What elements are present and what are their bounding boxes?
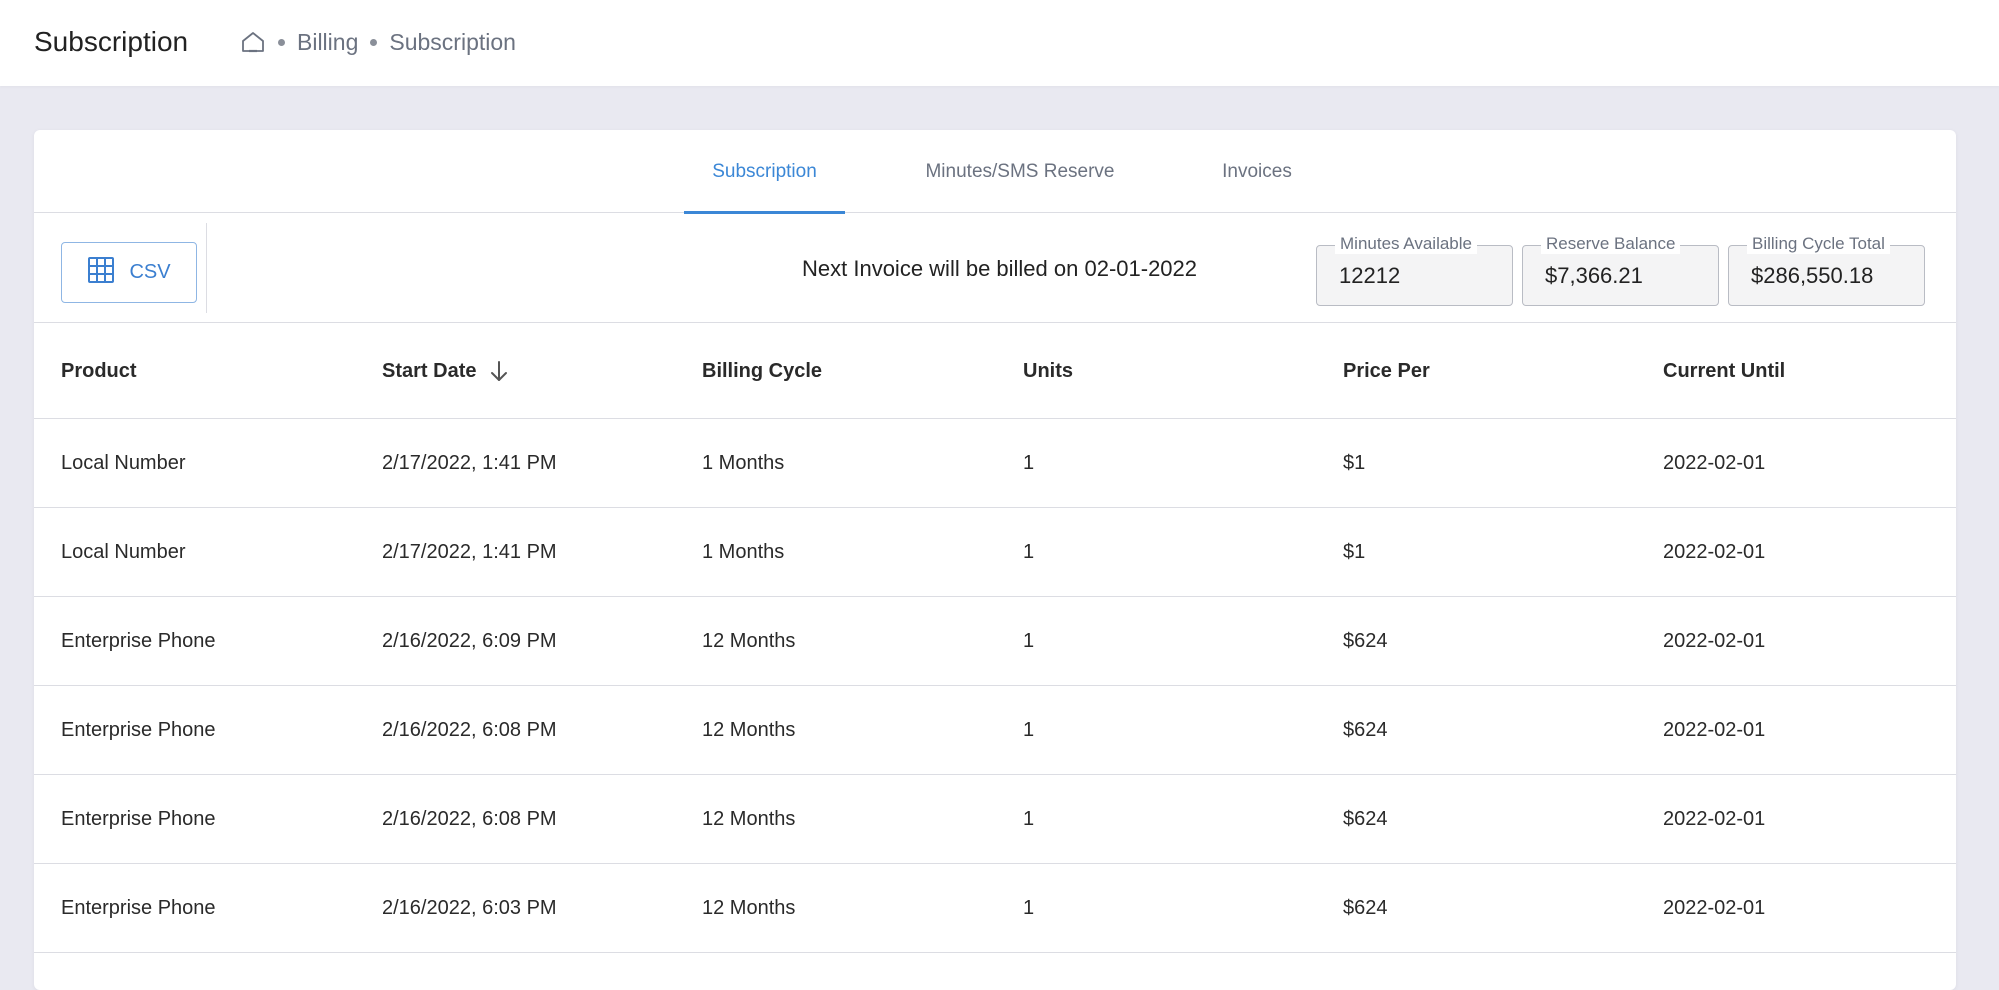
column-header-start-date[interactable]: Start Date: [382, 323, 512, 419]
column-header-label: Start Date: [382, 359, 477, 382]
tab-bar: Subscription Minutes/SMS Reserve Invoice…: [34, 130, 1956, 214]
breadcrumb-subscription: Subscription: [389, 28, 516, 55]
grid-icon: [87, 256, 115, 290]
cell-current-until: 2022-02-01: [1663, 541, 1766, 563]
table-row[interactable]: Local Number 2/17/2022, 1:41 PM 1 Months…: [34, 419, 1956, 508]
cell-start-date: 2/16/2022, 6:08 PM: [382, 719, 557, 741]
billing-cycle-total-label: Billing Cycle Total: [1747, 234, 1890, 254]
minutes-available-field: Minutes Available 12212: [1316, 234, 1513, 306]
column-header-label: Units: [1023, 359, 1073, 382]
cell-billing-cycle: 12 Months: [702, 719, 796, 741]
cell-billing-cycle: 1 Months: [702, 452, 785, 474]
column-header-product[interactable]: Product: [61, 323, 137, 419]
column-header-label: Billing Cycle: [702, 359, 823, 382]
table-row[interactable]: Enterprise Phone 2/16/2022, 6:09 PM 12 M…: [34, 597, 1956, 686]
cell-billing-cycle: 12 Months: [702, 630, 796, 652]
cell-units: 1: [1023, 719, 1035, 741]
column-header-label: Current Until: [1663, 359, 1786, 382]
cell-units: 1: [1023, 630, 1035, 652]
home-icon[interactable]: [240, 29, 266, 55]
cell-start-date: 2/16/2022, 6:03 PM: [382, 897, 557, 919]
top-bar: Subscription Billing Subscription: [0, 0, 1999, 86]
cell-price-per: $624: [1343, 719, 1388, 741]
column-header-billing-cycle[interactable]: Billing Cycle: [702, 323, 822, 419]
breadcrumb: Billing Subscription: [240, 26, 516, 58]
cell-product: Local Number: [61, 541, 186, 563]
breadcrumb-separator: [370, 38, 378, 46]
cell-billing-cycle: 12 Months: [702, 808, 796, 830]
subscription-card: Subscription Minutes/SMS Reserve Invoice…: [34, 130, 1956, 990]
column-header-label: Product: [61, 359, 137, 382]
cell-start-date: 2/17/2022, 1:41 PM: [382, 452, 557, 474]
breadcrumb-separator: [278, 38, 285, 46]
column-header-price-per[interactable]: Price Per: [1343, 323, 1430, 419]
cell-start-date: 2/16/2022, 6:09 PM: [382, 630, 557, 652]
cell-start-date: 2/16/2022, 6:08 PM: [382, 808, 557, 830]
cell-current-until: 2022-02-01: [1663, 630, 1766, 652]
cell-current-until: 2022-02-01: [1663, 719, 1766, 741]
cell-product: Enterprise Phone: [61, 719, 216, 741]
column-header-label: Price Per: [1343, 359, 1430, 382]
cell-price-per: $624: [1343, 808, 1388, 830]
cell-billing-cycle: 12 Months: [702, 897, 796, 919]
billing-cycle-total-field: Billing Cycle Total $286,550.18: [1728, 234, 1925, 306]
cell-product: Local Number: [61, 452, 186, 474]
minutes-available-label: Minutes Available: [1335, 234, 1477, 254]
next-invoice-text: Next Invoice will be billed on 02-01-202…: [802, 256, 1198, 281]
reserve-balance-field: Reserve Balance $7,366.21: [1522, 234, 1719, 306]
cell-product: Enterprise Phone: [61, 630, 216, 652]
page-title: Subscription: [34, 26, 189, 57]
cell-units: 1: [1023, 897, 1035, 919]
breadcrumb-billing[interactable]: Billing: [297, 29, 358, 56]
cell-units: 1: [1023, 808, 1035, 830]
table-header: Product Start Date Billing Cycle Units P…: [34, 323, 1956, 419]
column-header-units[interactable]: Units: [1023, 323, 1073, 419]
cell-current-until: 2022-02-01: [1663, 808, 1766, 830]
column-header-current-until[interactable]: Current Until: [1663, 323, 1785, 419]
cell-current-until: 2022-02-01: [1663, 452, 1766, 474]
csv-label: CSV: [129, 261, 171, 283]
reserve-balance-value: $7,366.21: [1545, 263, 1643, 288]
toolbar: CSV Next Invoice will be billed on 02-01…: [34, 213, 1956, 323]
tab-subscription[interactable]: Subscription: [684, 130, 845, 214]
cell-price-per: $624: [1343, 897, 1388, 919]
cell-units: 1: [1023, 541, 1035, 563]
table-row[interactable]: Enterprise Phone 2/16/2022, 6:08 PM 12 M…: [34, 686, 1956, 775]
table-row[interactable]: Enterprise Phone 2/16/2022, 6:03 PM 12 M…: [34, 864, 1956, 953]
csv-export-button[interactable]: CSV: [61, 242, 197, 303]
reserve-balance-label: Reserve Balance: [1541, 234, 1681, 254]
cell-units: 1: [1023, 452, 1035, 474]
cell-price-per: $1: [1343, 541, 1366, 563]
cell-product: Enterprise Phone: [61, 808, 216, 830]
arrow-down-icon[interactable]: [486, 358, 512, 384]
cell-product: Enterprise Phone: [61, 897, 216, 919]
tab-minutes-sms-reserve[interactable]: Minutes/SMS Reserve: [896, 130, 1144, 213]
toolbar-divider: [206, 223, 207, 313]
tab-invoices[interactable]: Invoices: [1184, 130, 1330, 213]
cell-current-until: 2022-02-01: [1663, 897, 1766, 919]
table-row[interactable]: Local Number 2/17/2022, 1:41 PM 1 Months…: [34, 508, 1956, 597]
cell-price-per: $624: [1343, 630, 1388, 652]
cell-start-date: 2/17/2022, 1:41 PM: [382, 541, 557, 563]
billing-cycle-total-value: $286,550.18: [1751, 263, 1874, 288]
cell-billing-cycle: 1 Months: [702, 541, 785, 563]
cell-price-per: $1: [1343, 452, 1366, 474]
table-row[interactable]: Enterprise Phone 2/16/2022, 6:08 PM 12 M…: [34, 775, 1956, 864]
minutes-available-value: 12212: [1339, 263, 1401, 288]
